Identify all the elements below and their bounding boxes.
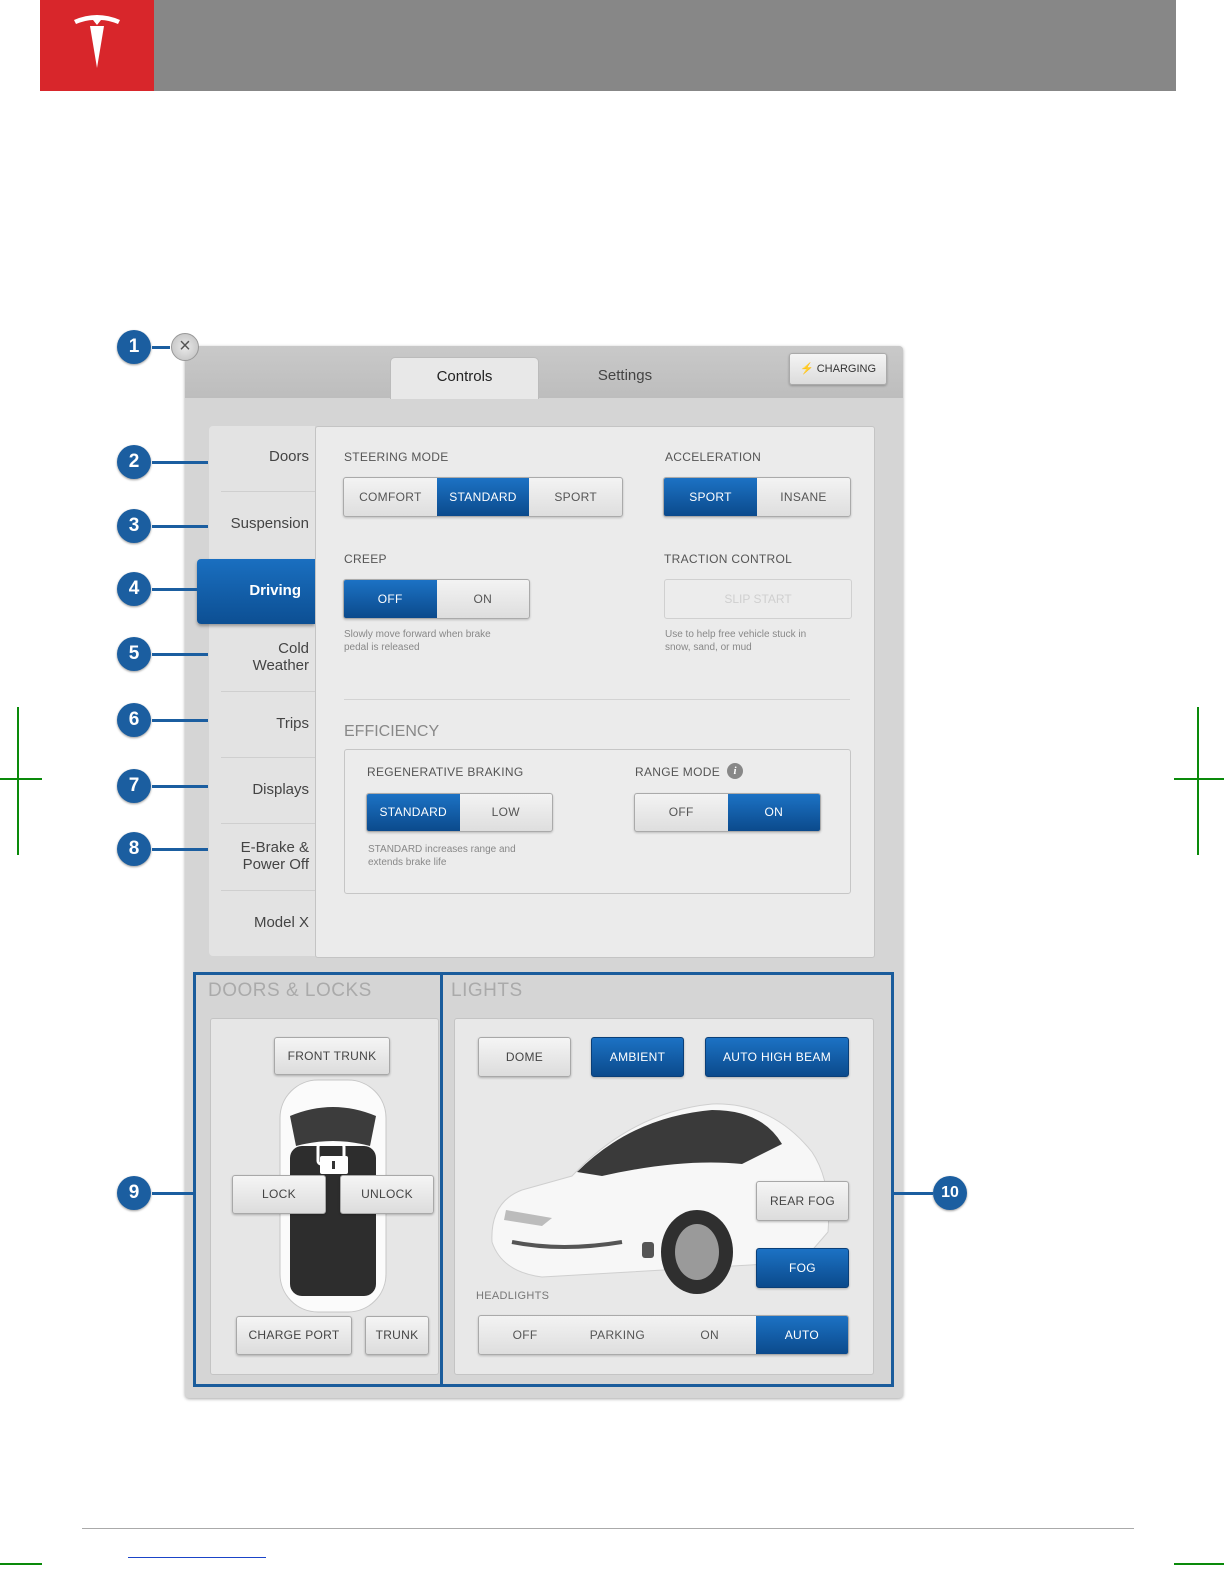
charging-button[interactable]: ⚡ CHARGING [789,353,887,385]
traction-control-label: TRACTION CONTROL [664,552,793,566]
callout-4: 4 [117,572,151,606]
steering-standard-option[interactable]: STANDARD [436,478,530,516]
nav-divider [221,890,315,891]
sidebar-item-label: Cold [278,640,309,657]
regen-braking-selector: STANDARD LOW [366,793,553,832]
creep-label: CREEP [344,552,387,566]
tab-settings[interactable]: Settings [545,357,705,397]
crop-mark [1174,778,1224,780]
acceleration-sport-option[interactable]: SPORT [664,478,757,516]
nav-divider [221,823,315,824]
range-mode-selector: OFF ON [634,793,821,832]
callout-1: 1 [117,330,151,364]
callout-2: 2 [117,445,151,479]
callout-3: 3 [117,509,151,543]
callout-line [152,461,208,464]
footer-rule [82,1528,1134,1529]
hint-line: extends brake life [368,857,447,868]
traction-hint: Use to help free vehicle stuck in snow, … [665,628,806,654]
callout-5: 5 [117,637,151,671]
page-header-band [40,0,1176,91]
creep-selector: OFF ON [343,579,530,619]
acceleration-selector: SPORT INSANE [663,477,851,517]
callout-6: 6 [117,703,151,737]
regen-hint: STANDARD increases range and extends bra… [368,843,516,869]
regen-low-option[interactable]: LOW [460,794,553,831]
sidebar-item-label: E-Brake & [240,839,309,856]
range-on-option[interactable]: ON [727,794,820,831]
efficiency-title: EFFICIENCY [344,723,440,740]
callout-10: 10 [933,1176,967,1210]
info-icon[interactable]: i [727,763,743,779]
hint-line: Slowly move forward when brake [344,629,491,640]
hint-line: Use to help free vehicle stuck in [665,629,807,640]
sidebar-item-displays[interactable]: Displays [209,781,309,798]
regen-standard-option[interactable]: STANDARD [367,794,460,831]
sidebar-item-cold-weather[interactable]: Cold Weather [209,640,309,674]
crop-mark [1197,707,1199,855]
sidebar-item-label: Weather [252,657,309,674]
creep-on-option[interactable]: ON [437,580,530,618]
steering-mode-label: STEERING MODE [344,450,449,464]
nav-divider [221,757,315,758]
sidebar-item-label: Power Off [242,856,309,873]
sidebar-item-ebrake[interactable]: E-Brake & Power Off [209,839,309,873]
section-divider [344,699,850,700]
lights-highlight [440,972,894,1387]
doors-locks-highlight [193,972,443,1387]
callout-line [152,785,208,788]
acceleration-label: ACCELERATION [665,450,762,464]
callout-8: 8 [117,832,151,866]
slip-start-button[interactable]: SLIP START [664,579,852,619]
crop-mark [0,778,42,780]
callout-line [152,588,197,591]
callout-line [152,525,208,528]
close-icon[interactable]: × [171,333,199,361]
callout-line [152,346,170,349]
tesla-logo-icon [74,15,120,68]
callout-line [152,653,208,656]
sidebar-item-driving-label: Driving [249,582,301,599]
sidebar-item-suspension[interactable]: Suspension [209,515,309,532]
tesla-logo [40,0,154,91]
hint-line: STANDARD increases range and [368,844,516,855]
steering-sport-option[interactable]: SPORT [529,478,622,516]
crop-mark [0,1563,42,1565]
nav-divider [221,491,315,492]
range-mode-label: RANGE MODE [635,765,721,779]
nav-divider [221,691,315,692]
callout-line [152,719,208,722]
steering-comfort-option[interactable]: COMFORT [344,478,437,516]
sidebar-item-doors[interactable]: Doors [209,448,309,465]
hint-line: snow, sand, or mud [665,642,752,653]
callout-line [152,848,208,851]
tab-controls[interactable]: Controls [390,357,539,399]
steering-mode-selector: COMFORT STANDARD SPORT [343,477,623,517]
callout-9: 9 [117,1176,151,1210]
hint-line: pedal is released [344,642,420,653]
callout-line [152,1192,193,1195]
sidebar-item-trips[interactable]: Trips [209,715,309,732]
callout-line [891,1192,933,1195]
range-off-option[interactable]: OFF [635,794,728,831]
crop-mark [17,707,19,855]
crop-mark [1174,1563,1224,1565]
sidebar-item-model-x[interactable]: Model X [209,914,309,931]
callout-7: 7 [117,769,151,803]
footer-link-underline [128,1557,266,1558]
regen-braking-label: REGENERATIVE BRAKING [367,765,524,779]
creep-off-option[interactable]: OFF [344,580,437,618]
acceleration-insane-option[interactable]: INSANE [757,478,850,516]
creep-hint: Slowly move forward when brake pedal is … [344,628,491,654]
